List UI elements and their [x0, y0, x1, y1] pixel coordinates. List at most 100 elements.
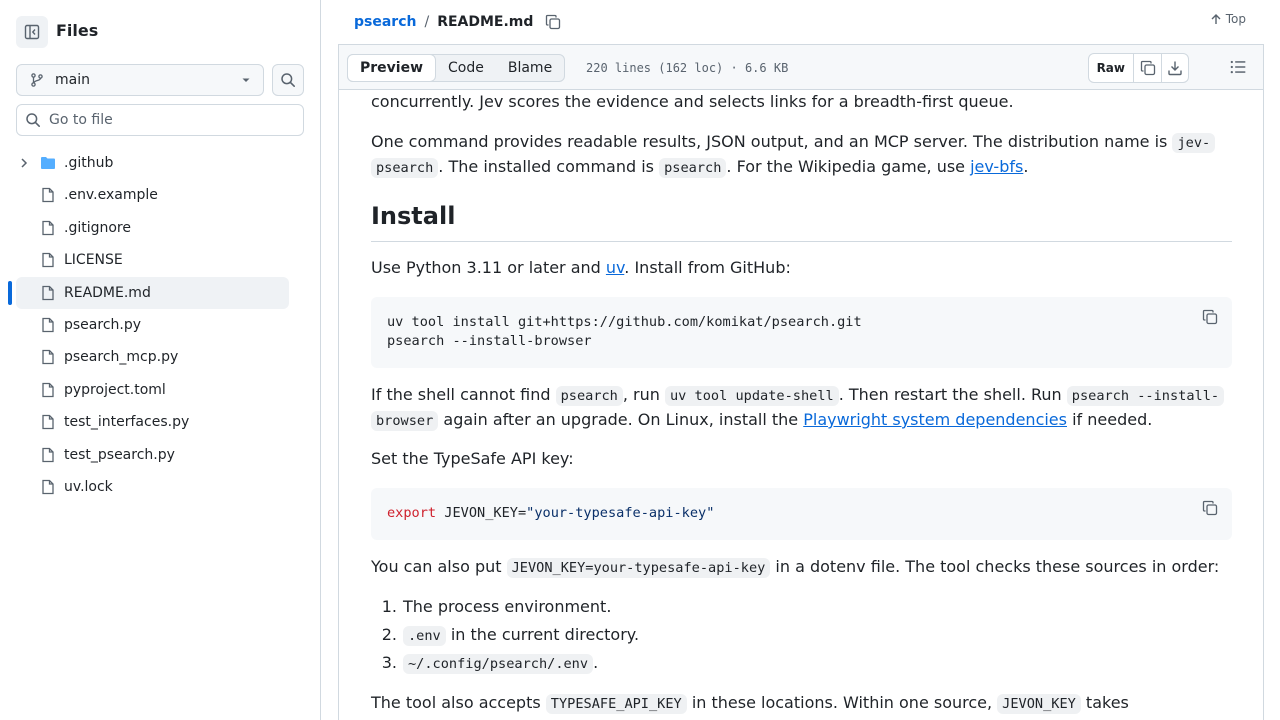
inline-code: psearch [371, 158, 439, 178]
text: . Install from GitHub: [624, 258, 791, 277]
paragraph: You can also put JEVON_KEY=your-typesafe… [371, 555, 1232, 580]
tree-item-env-example[interactable]: .env.example [0, 179, 320, 211]
copy-icon [546, 14, 561, 30]
text: Use Python 3.11 or later and [371, 258, 606, 277]
tree-item-github-folder[interactable]: .github [0, 147, 320, 179]
tree-item-label: pyproject.toml [64, 381, 166, 398]
list-item: 3. ~/.config/psearch/.env. [371, 651, 1232, 679]
tab-preview[interactable]: Preview [347, 54, 437, 82]
search-icon [26, 113, 40, 127]
text: , run [622, 385, 665, 404]
sidebar-title: Files [56, 21, 99, 40]
file-tree-sidebar: Files main .github .env.example .gitigno… [0, 0, 321, 720]
code-string: "your-typesafe-api-key" [526, 505, 715, 521]
tree-item-psearch-mcp-py[interactable]: psearch_mcp.py [0, 341, 320, 373]
tree-item-label: LICENSE [64, 252, 123, 269]
inline-code: psearch [659, 158, 727, 178]
paragraph: Use Python 3.11 or later and uv. Install… [371, 256, 1232, 280]
tree-item-label: psearch_mcp.py [64, 349, 179, 366]
file-icon [42, 382, 54, 397]
copy-raw-button[interactable] [1134, 54, 1161, 82]
tree-item-label: test_psearch.py [64, 446, 175, 463]
tab-code[interactable]: Code [436, 55, 496, 81]
inline-code: psearch [555, 386, 623, 406]
code-var: JEVON_KEY= [436, 505, 527, 521]
paragraph: Set the TypeSafe API key: [371, 449, 574, 468]
code-line: psearch --install-browser [387, 333, 592, 349]
readme-content: concurrently. Jev scores the evidence an… [338, 90, 1264, 720]
paragraph: The tool also accepts TYPESAFE_API_KEY i… [371, 691, 1232, 716]
caret-down-icon [242, 78, 250, 82]
file-header: psearch / README.md Top [338, 0, 1264, 44]
tree-item-test-interfaces-py[interactable]: test_interfaces.py [0, 406, 320, 438]
tree-item-psearch-py[interactable]: psearch.py [0, 309, 320, 341]
outline-button[interactable] [1229, 58, 1247, 76]
inline-code: psearch --install- [1066, 386, 1225, 406]
tab-blame[interactable]: Blame [496, 55, 564, 81]
git-branch-icon [31, 73, 43, 87]
tree-item-gitignore[interactable]: .gitignore [0, 212, 320, 244]
list-unordered-icon [1230, 60, 1246, 74]
code-block: export JEVON_KEY="your-typesafe-api-key" [371, 488, 1232, 540]
search-files-button[interactable] [272, 64, 304, 96]
text: in a dotenv file. The tool checks these … [770, 557, 1220, 576]
tree-item-readme[interactable]: README.md [0, 276, 320, 309]
collapse-sidebar-button[interactable] [16, 16, 48, 48]
code-block: uv tool install git+https://github.com/k… [371, 297, 1232, 368]
tree-item-uv-lock[interactable]: uv.lock [0, 471, 320, 503]
jev-bfs-link[interactable]: jev-bfs [970, 157, 1023, 176]
text: in these locations. Within one source, [686, 693, 998, 712]
inline-code: uv tool update-shell [665, 386, 839, 406]
tree-item-label: .gitignore [64, 219, 131, 236]
top-label: Top [1225, 12, 1246, 26]
text: . The installed command is [438, 157, 660, 176]
download-button[interactable] [1161, 54, 1188, 82]
chevron-right-icon[interactable] [18, 157, 30, 169]
code-line: uv tool install git+https://github.com/k… [387, 314, 862, 330]
copy-icon [1140, 60, 1155, 76]
file-tree: .github .env.example .gitignore LICENSE … [0, 147, 320, 503]
file-icon [42, 285, 54, 300]
text: . For the Wikipedia game, use [726, 157, 971, 176]
search-icon [281, 73, 295, 87]
inline-code: .env [403, 626, 446, 646]
list-number: 3. [381, 653, 397, 672]
tree-item-label: test_interfaces.py [64, 414, 190, 431]
ordered-list: 1. The process environment. 2. .env in the… [371, 595, 1232, 679]
copy-code-button[interactable] [1202, 500, 1218, 516]
file-actions-group: Raw [1087, 53, 1189, 83]
download-icon [1168, 61, 1182, 76]
copy-icon [1202, 309, 1218, 325]
tree-item-test-psearch-py[interactable]: test_psearch.py [0, 439, 320, 471]
file-icon [42, 188, 54, 203]
playwright-deps-link[interactable]: Playwright system dependencies [803, 410, 1067, 429]
breadcrumb-repo-link[interactable]: psearch [354, 14, 416, 30]
text: If the shell cannot find [371, 385, 556, 404]
paragraph: If the shell cannot find psearch, run uv… [371, 383, 1232, 433]
file-icon [42, 317, 54, 333]
tree-item-label: uv.lock [64, 478, 113, 495]
scroll-top-button[interactable]: Top [1210, 12, 1246, 26]
tree-item-pyproject-toml[interactable]: pyproject.toml [0, 374, 320, 406]
inline-code: ~/.config/psearch/.env [403, 654, 594, 674]
text: takes [1080, 693, 1129, 712]
tree-item-license[interactable]: LICENSE [0, 244, 320, 276]
uv-link[interactable]: uv [606, 258, 624, 277]
inline-code: JEVON_KEY=your-typesafe-api-key [506, 558, 771, 578]
tree-item-label: README.md [64, 284, 151, 301]
copy-path-button[interactable] [545, 14, 561, 30]
tree-item-label: .env.example [64, 187, 158, 204]
branch-name: main [55, 72, 90, 88]
file-icon [42, 414, 54, 430]
tree-item-label: .github [64, 155, 114, 171]
go-to-file-input[interactable] [49, 112, 289, 128]
list-number: 1. [381, 597, 397, 616]
branch-selector[interactable]: main [16, 64, 264, 96]
file-icon [42, 479, 54, 495]
copy-icon [1202, 500, 1218, 516]
raw-button[interactable]: Raw [1089, 54, 1134, 82]
list-item: 1. The process environment. [371, 595, 1232, 623]
text: . [1023, 157, 1029, 176]
copy-code-button[interactable] [1202, 309, 1218, 325]
arrow-up-icon [1211, 14, 1221, 24]
